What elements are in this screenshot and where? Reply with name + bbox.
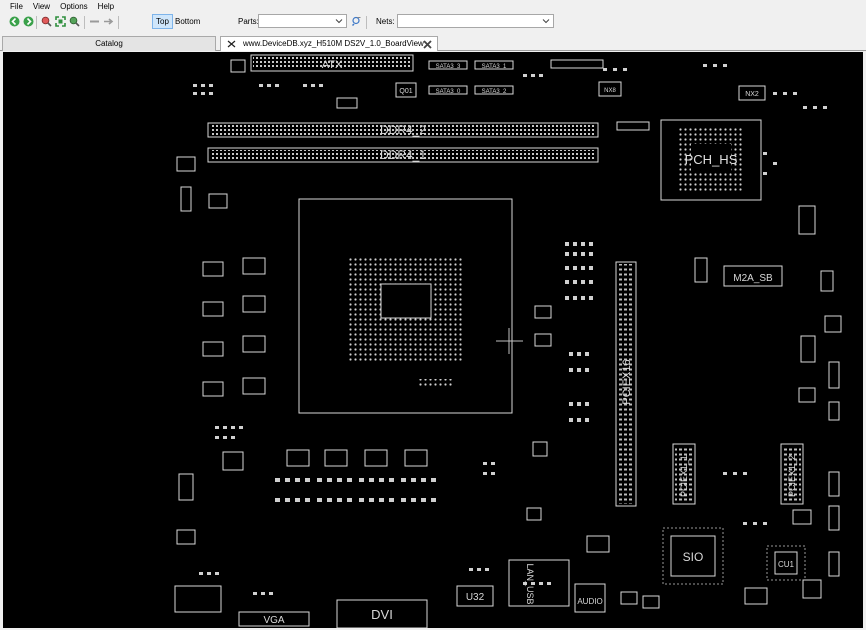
q-part bbox=[820, 270, 834, 292]
board-canvas[interactable]: ATX DDR4_2 DDR4_1 PCH_HS M2A_SB U32 SIO … bbox=[3, 52, 863, 628]
menu-options[interactable]: Options bbox=[55, 0, 93, 13]
m2a-label: M2A_SB bbox=[733, 273, 773, 284]
menu-file[interactable]: File bbox=[5, 0, 28, 13]
tab-bar: Catalog www.DeviceDB.xyz_H510M DS2V_1.0_… bbox=[0, 35, 866, 51]
tab-boardview-label: www.DeviceDB.xyz_H510M DS2V_1.0_BoardVie… bbox=[243, 39, 424, 48]
pch-label: PCH_HS bbox=[685, 152, 738, 167]
nx2-label: NX2 bbox=[745, 91, 759, 98]
toolbar-separator bbox=[118, 16, 119, 29]
parts-label: Parts: bbox=[238, 17, 259, 26]
ddr4-1-label: DDR4_1 bbox=[380, 148, 426, 162]
toolbar: Top Bottom Parts: Nets: bbox=[0, 13, 866, 32]
tab-catalog[interactable]: Catalog bbox=[2, 36, 216, 51]
board-drawing: ATX DDR4_2 DDR4_1 PCH_HS M2A_SB U32 SIO … bbox=[174, 54, 842, 628]
m2-side bbox=[694, 257, 708, 283]
ddr4-2-label: DDR4_2 bbox=[380, 123, 426, 137]
cu1-label: CU1 bbox=[778, 560, 795, 569]
sata1-label: SATA3_1 bbox=[482, 64, 507, 70]
vga-label: VGA bbox=[263, 615, 284, 626]
tab-boardview[interactable]: www.DeviceDB.xyz_H510M DS2V_1.0_BoardVie… bbox=[220, 36, 438, 51]
sio-label: SIO bbox=[683, 550, 704, 564]
toolbar-separator bbox=[366, 16, 367, 29]
nets-combo[interactable] bbox=[397, 14, 554, 28]
arrow-right-icon[interactable] bbox=[102, 15, 115, 28]
pciex1-1-label: PCIEX1_1 bbox=[679, 455, 689, 497]
cpu-center bbox=[380, 283, 432, 319]
nets-label: Nets: bbox=[376, 17, 395, 26]
fit-icon[interactable] bbox=[54, 15, 67, 28]
tab-catalog-label: Catalog bbox=[95, 39, 123, 48]
sata3-label: SATA3_3 bbox=[436, 64, 461, 70]
minus-icon[interactable] bbox=[88, 15, 101, 28]
chevron-down-icon bbox=[542, 19, 550, 24]
zoom-out-icon[interactable] bbox=[68, 15, 81, 28]
lan-label: LAN_USB bbox=[525, 563, 535, 604]
chevron-down-icon bbox=[335, 19, 343, 24]
toolbar-separator bbox=[36, 16, 37, 29]
back-icon[interactable] bbox=[8, 15, 21, 28]
u32-label: U32 bbox=[466, 592, 485, 603]
sata2-label: SATA3_2 bbox=[482, 89, 507, 95]
top-side-button[interactable]: Top bbox=[152, 14, 173, 29]
nx8-label: NX8 bbox=[604, 88, 616, 94]
small-header bbox=[616, 121, 650, 131]
usb-header bbox=[174, 585, 222, 613]
parts-combo[interactable] bbox=[258, 14, 347, 28]
audio-label: AUDIO bbox=[577, 597, 602, 606]
part-search-icon[interactable] bbox=[350, 15, 363, 28]
close-icon[interactable] bbox=[423, 40, 432, 49]
toolbar-separator bbox=[84, 16, 85, 29]
crosshair bbox=[496, 328, 523, 354]
menu-view[interactable]: View bbox=[28, 0, 55, 13]
atx-side-part bbox=[230, 59, 246, 73]
bottom-side-button[interactable]: Bottom bbox=[172, 15, 203, 28]
small-part bbox=[336, 97, 358, 109]
forward-icon[interactable] bbox=[22, 15, 35, 28]
sata0-label: SATA3_0 bbox=[436, 89, 461, 95]
q01-label: Q01 bbox=[399, 88, 412, 95]
menu-bar: File View Options Help bbox=[0, 0, 866, 13]
small-ic bbox=[792, 509, 812, 525]
atx-label: ATX bbox=[322, 59, 343, 71]
menu-help[interactable]: Help bbox=[93, 0, 119, 13]
pciex1-2-label: PCIEX1_2 bbox=[787, 455, 797, 497]
zoom-in-icon[interactable] bbox=[40, 15, 53, 28]
pin-icon[interactable] bbox=[227, 40, 236, 48]
pciex16-label: PCIEX16 bbox=[621, 359, 633, 404]
header-top bbox=[550, 59, 604, 69]
dvi-label: DVI bbox=[371, 607, 393, 622]
